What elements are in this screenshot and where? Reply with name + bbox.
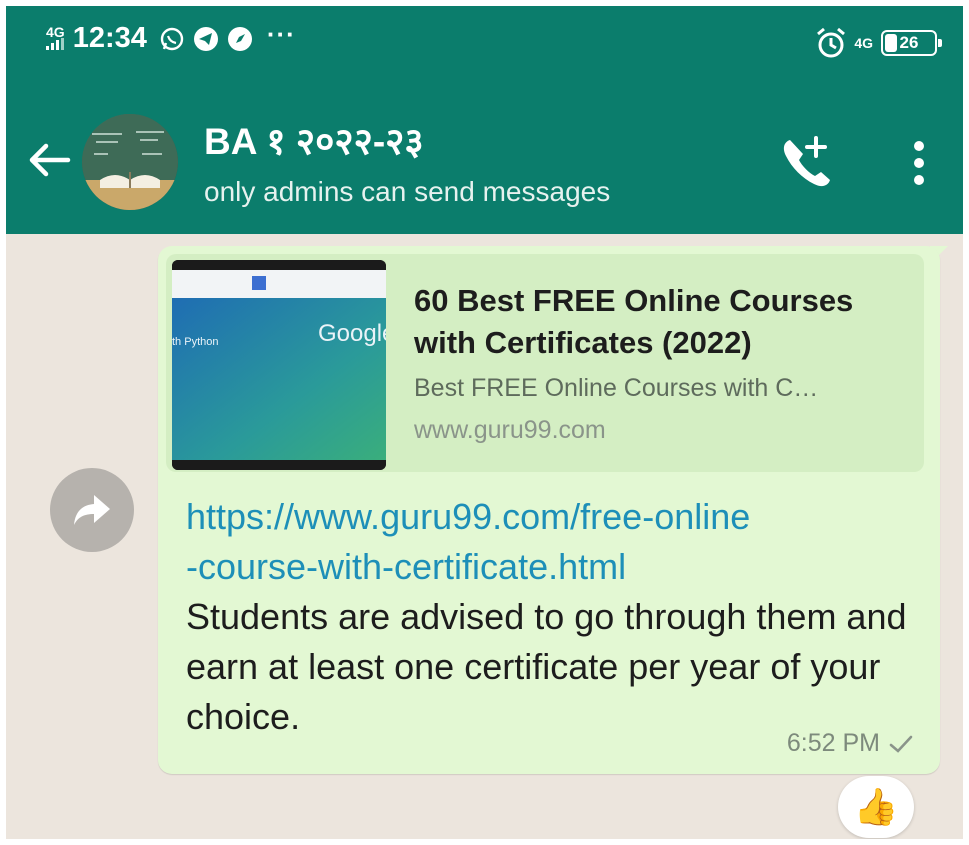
- clock: 12:34: [72, 22, 147, 54]
- message-time: 6:52 PM: [786, 729, 880, 757]
- network-indicator: 4G: [46, 25, 65, 51]
- sent-check-icon: [889, 735, 913, 753]
- chat-header: BA १ २०२२-२३ only admins can send messag…: [6, 86, 963, 234]
- chat-area[interactable]: th Python Google 60 Best FREE Online Cou…: [6, 234, 963, 839]
- forward-button[interactable]: [50, 468, 134, 552]
- message-meta: 6:52 PM: [787, 729, 914, 758]
- message-body: Students are advised to go through them …: [186, 596, 907, 737]
- message-link-line1: https://www.guru99.com/free-online: [186, 496, 751, 537]
- telegram-icon: [193, 26, 218, 51]
- network-type-right: 4G: [854, 35, 873, 51]
- more-notifications-icon: ···: [266, 19, 296, 49]
- status-bar: 4G 12:34 ··· 4G 26: [6, 6, 963, 86]
- link-preview[interactable]: th Python Google 60 Best FREE Online Cou…: [166, 254, 924, 472]
- add-call-icon[interactable]: [776, 132, 834, 190]
- preview-description: Best FREE Online Courses with C…: [414, 374, 819, 402]
- preview-thumbnail: th Python Google: [172, 260, 386, 470]
- more-options-icon[interactable]: [904, 138, 934, 188]
- signal-icon: [46, 38, 64, 50]
- thumbnail-image: [172, 260, 386, 470]
- group-name[interactable]: BA १ २०२२-२३: [204, 114, 424, 165]
- reaction-badge[interactable]: 👍: [838, 776, 914, 838]
- status-right: 4G 26: [814, 26, 942, 60]
- battery-fill: [885, 34, 897, 52]
- chalkboard-book-image: [82, 114, 178, 210]
- message-link-line2: -course-with-certificate.html: [186, 546, 627, 587]
- status-left: 4G 12:34 ···: [46, 19, 296, 55]
- message-link[interactable]: https://www.guru99.com/free-online -cour…: [186, 492, 916, 592]
- group-avatar[interactable]: [82, 114, 178, 210]
- battery-icon: 26: [881, 30, 942, 56]
- message-text: https://www.guru99.com/free-online -cour…: [186, 492, 916, 742]
- thumbs-up-icon: 👍: [853, 786, 899, 827]
- compass-icon: [227, 26, 252, 51]
- message-bubble[interactable]: th Python Google 60 Best FREE Online Cou…: [158, 246, 940, 774]
- thumbnail-text-right: Google: [318, 320, 386, 347]
- thumbnail-text-left: th Python: [172, 336, 219, 348]
- whatsapp-icon: [160, 27, 184, 50]
- forward-icon: [74, 495, 110, 525]
- group-status: only admins can send messages: [204, 176, 611, 207]
- battery-level: 26: [899, 33, 919, 52]
- preview-domain: www.guru99.com: [414, 416, 606, 444]
- preview-title: 60 Best FREE Online Courses with Certifi…: [414, 283, 854, 360]
- back-arrow-icon[interactable]: [24, 138, 74, 182]
- alarm-icon: [817, 27, 846, 58]
- phone-screen: 4G 12:34 ··· 4G 26 BA १ २०२२-२३ only adm…: [6, 6, 963, 839]
